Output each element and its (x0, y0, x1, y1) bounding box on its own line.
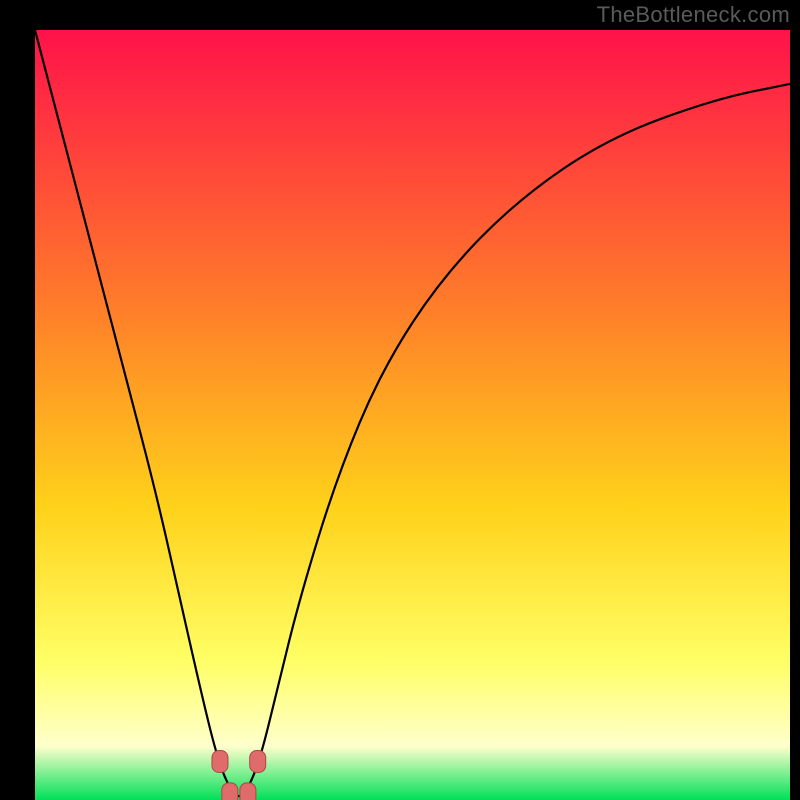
curve-marker (222, 783, 238, 800)
curve-marker (250, 751, 266, 773)
chart-frame: TheBottleneck.com (0, 0, 800, 800)
gradient-background (35, 30, 790, 800)
plot-area (35, 30, 790, 800)
curve-marker (240, 783, 256, 800)
watermark-text: TheBottleneck.com (597, 2, 790, 28)
curve-marker (212, 751, 228, 773)
bottleneck-chart (35, 30, 790, 800)
